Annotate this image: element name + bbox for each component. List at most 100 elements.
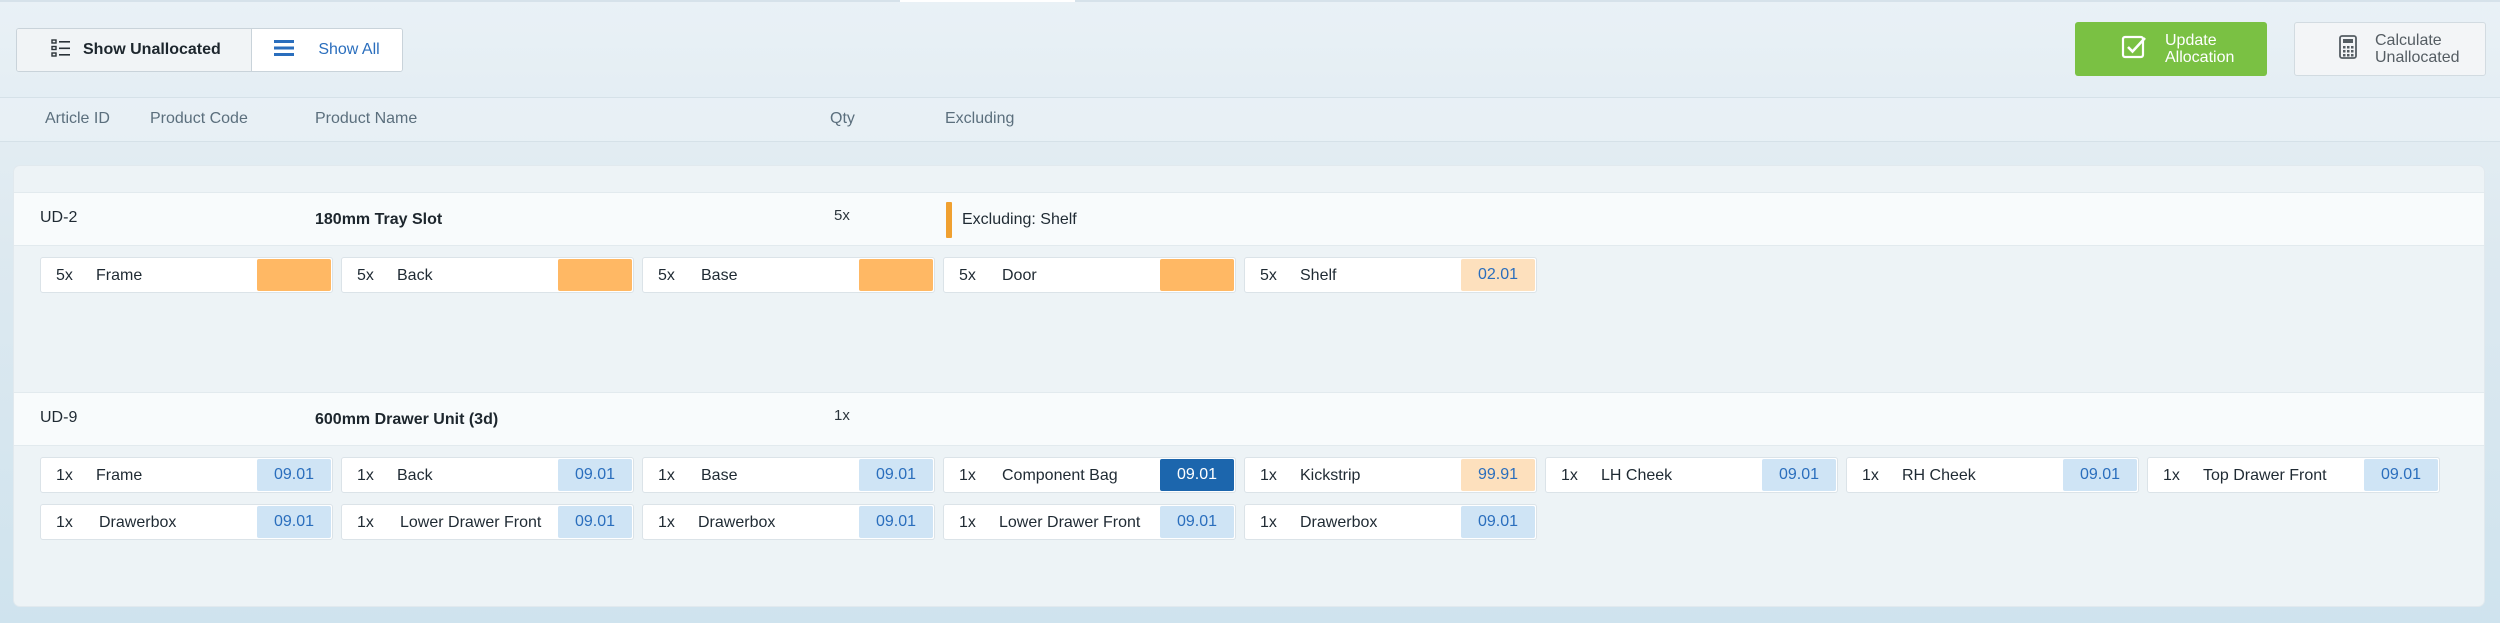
component-card[interactable]: 1x Component Bag 09.01: [943, 457, 1236, 493]
component-code-tag: [257, 259, 331, 291]
component-card[interactable]: 1x RH Cheek 09.01: [1846, 457, 2139, 493]
component-code-tag: [558, 259, 632, 291]
component-name: RH Cheek: [1902, 467, 1976, 484]
component-name: Top Drawer Front: [2203, 467, 2327, 484]
component-qty: 1x: [959, 467, 976, 484]
show-unallocated-label: Show Unallocated: [83, 41, 221, 58]
show-all-button[interactable]: Show All: [252, 29, 402, 71]
column-product-name[interactable]: Product Name: [315, 110, 417, 128]
component-card[interactable]: 5x Back: [341, 257, 634, 293]
component-name: LH Cheek: [1601, 467, 1673, 484]
component-qty: 5x: [959, 267, 976, 284]
component-card[interactable]: 1x Lower Drawer Front 09.01: [943, 504, 1236, 540]
component-qty: 1x: [357, 514, 374, 531]
component-card[interactable]: 1x Base 09.01: [642, 457, 935, 493]
show-unallocated-button[interactable]: Show Unallocated: [17, 29, 252, 71]
component-name: Lower Drawer Front: [400, 514, 542, 531]
component-qty: 1x: [1862, 467, 1879, 484]
component-qty: 5x: [56, 267, 73, 284]
component-card[interactable]: 1x Top Drawer Front 09.01: [2147, 457, 2440, 493]
group-qty: 1x: [834, 407, 850, 424]
show-all-label: Show All: [318, 41, 380, 58]
component-code-tag: 09.01: [558, 506, 632, 538]
excluding-marker: [946, 202, 952, 238]
component-qty: 1x: [1260, 467, 1277, 484]
column-qty[interactable]: Qty: [830, 110, 855, 128]
top-border: [0, 0, 2500, 2]
component-name: Shelf: [1300, 267, 1337, 284]
component-code-tag: 09.01: [2063, 459, 2137, 491]
component-qty: 1x: [1561, 467, 1578, 484]
component-qty: 1x: [2163, 467, 2180, 484]
calculator-icon: [2339, 34, 2357, 64]
component-code-tag: 09.01: [2364, 459, 2438, 491]
component-qty: 1x: [56, 514, 73, 531]
component-card[interactable]: 5x Frame: [40, 257, 333, 293]
component-qty: 5x: [1260, 267, 1277, 284]
component-qty: 1x: [658, 467, 675, 484]
component-code-tag: 09.01: [257, 459, 331, 491]
component-qty: 5x: [658, 267, 675, 284]
component-name: Kickstrip: [1300, 467, 1361, 484]
update-allocation-label: Update Allocation: [2165, 32, 2235, 66]
component-qty: 1x: [658, 514, 675, 531]
component-name: Door: [1002, 267, 1037, 284]
component-code-tag: 09.01: [1762, 459, 1836, 491]
component-card[interactable]: 1x Drawerbox 09.01: [40, 504, 333, 540]
component-qty: 1x: [56, 467, 73, 484]
component-qty: 5x: [357, 267, 374, 284]
component-code-tag: 09.01: [558, 459, 632, 491]
component-card[interactable]: 5x Shelf 02.01: [1244, 257, 1537, 293]
column-excluding[interactable]: Excluding: [945, 110, 1014, 128]
component-code-tag: [1160, 259, 1234, 291]
component-card[interactable]: 1x Lower Drawer Front 09.01: [341, 504, 634, 540]
component-card[interactable]: 1x LH Cheek 09.01: [1545, 457, 1838, 493]
component-card[interactable]: 1x Back 09.01: [341, 457, 634, 493]
component-name: Drawerbox: [99, 514, 177, 531]
component-name: Drawerbox: [1300, 514, 1378, 531]
component-code-tag: 09.01: [1160, 459, 1234, 491]
component-name: Base: [701, 467, 738, 484]
component-code-tag: 09.01: [859, 459, 933, 491]
component-name: Base: [701, 267, 738, 284]
component-name: Drawerbox: [698, 514, 776, 531]
list-icon: [274, 39, 295, 62]
component-code-tag: [859, 259, 933, 291]
component-qty: 1x: [959, 514, 976, 531]
component-card[interactable]: 1x Drawerbox 09.01: [642, 504, 935, 540]
component-code-tag: 09.01: [859, 506, 933, 538]
component-card[interactable]: 5x Base: [642, 257, 935, 293]
group-row-ud-2[interactable]: UD-2 180mm Tray Slot 5x Excluding: Shelf: [14, 192, 2484, 246]
view-toggle: Show Unallocated Show All: [16, 28, 403, 72]
component-name: Frame: [96, 267, 143, 284]
excluding-note: Excluding: Shelf: [946, 202, 1077, 238]
update-allocation-button[interactable]: Update Allocation: [2075, 22, 2267, 76]
group-product-name: 600mm Drawer Unit (3d): [315, 411, 499, 428]
component-name: Component Bag: [1002, 467, 1118, 484]
group-row-ud-9[interactable]: UD-9 600mm Drawer Unit (3d) 1x: [14, 392, 2484, 446]
component-qty: 1x: [1260, 514, 1277, 531]
component-code-tag: 99.91: [1461, 459, 1535, 491]
group-article-id: UD-9: [40, 409, 78, 426]
component-code-tag: 09.01: [257, 506, 331, 538]
component-name: Back: [397, 267, 433, 284]
excluding-text: Excluding: Shelf: [962, 211, 1077, 228]
component-code-tag: 09.01: [1461, 506, 1535, 538]
component-card[interactable]: 1x Kickstrip 99.91: [1244, 457, 1537, 493]
component-card[interactable]: 1x Frame 09.01: [40, 457, 333, 493]
column-article-id[interactable]: Article ID: [45, 110, 110, 128]
component-name: Back: [397, 467, 433, 484]
component-qty: 1x: [357, 467, 374, 484]
group-product-name: 180mm Tray Slot: [315, 211, 443, 228]
calculate-unallocated-button[interactable]: Calculate Unallocated: [2294, 22, 2486, 76]
column-header-row: Article ID Product Code Product Name Qty…: [0, 97, 2500, 142]
calculate-unallocated-label: Calculate Unallocated: [2375, 32, 2460, 66]
component-name: Lower Drawer Front: [999, 514, 1141, 531]
list-check-icon: [51, 38, 71, 62]
checkbox-check-icon: [2121, 34, 2147, 65]
component-card[interactable]: 5x Door: [943, 257, 1236, 293]
column-product-code[interactable]: Product Code: [150, 110, 248, 128]
component-card[interactable]: 1x Drawerbox 09.01: [1244, 504, 1537, 540]
component-code-tag: 02.01: [1461, 259, 1535, 291]
group-qty: 5x: [834, 207, 850, 224]
